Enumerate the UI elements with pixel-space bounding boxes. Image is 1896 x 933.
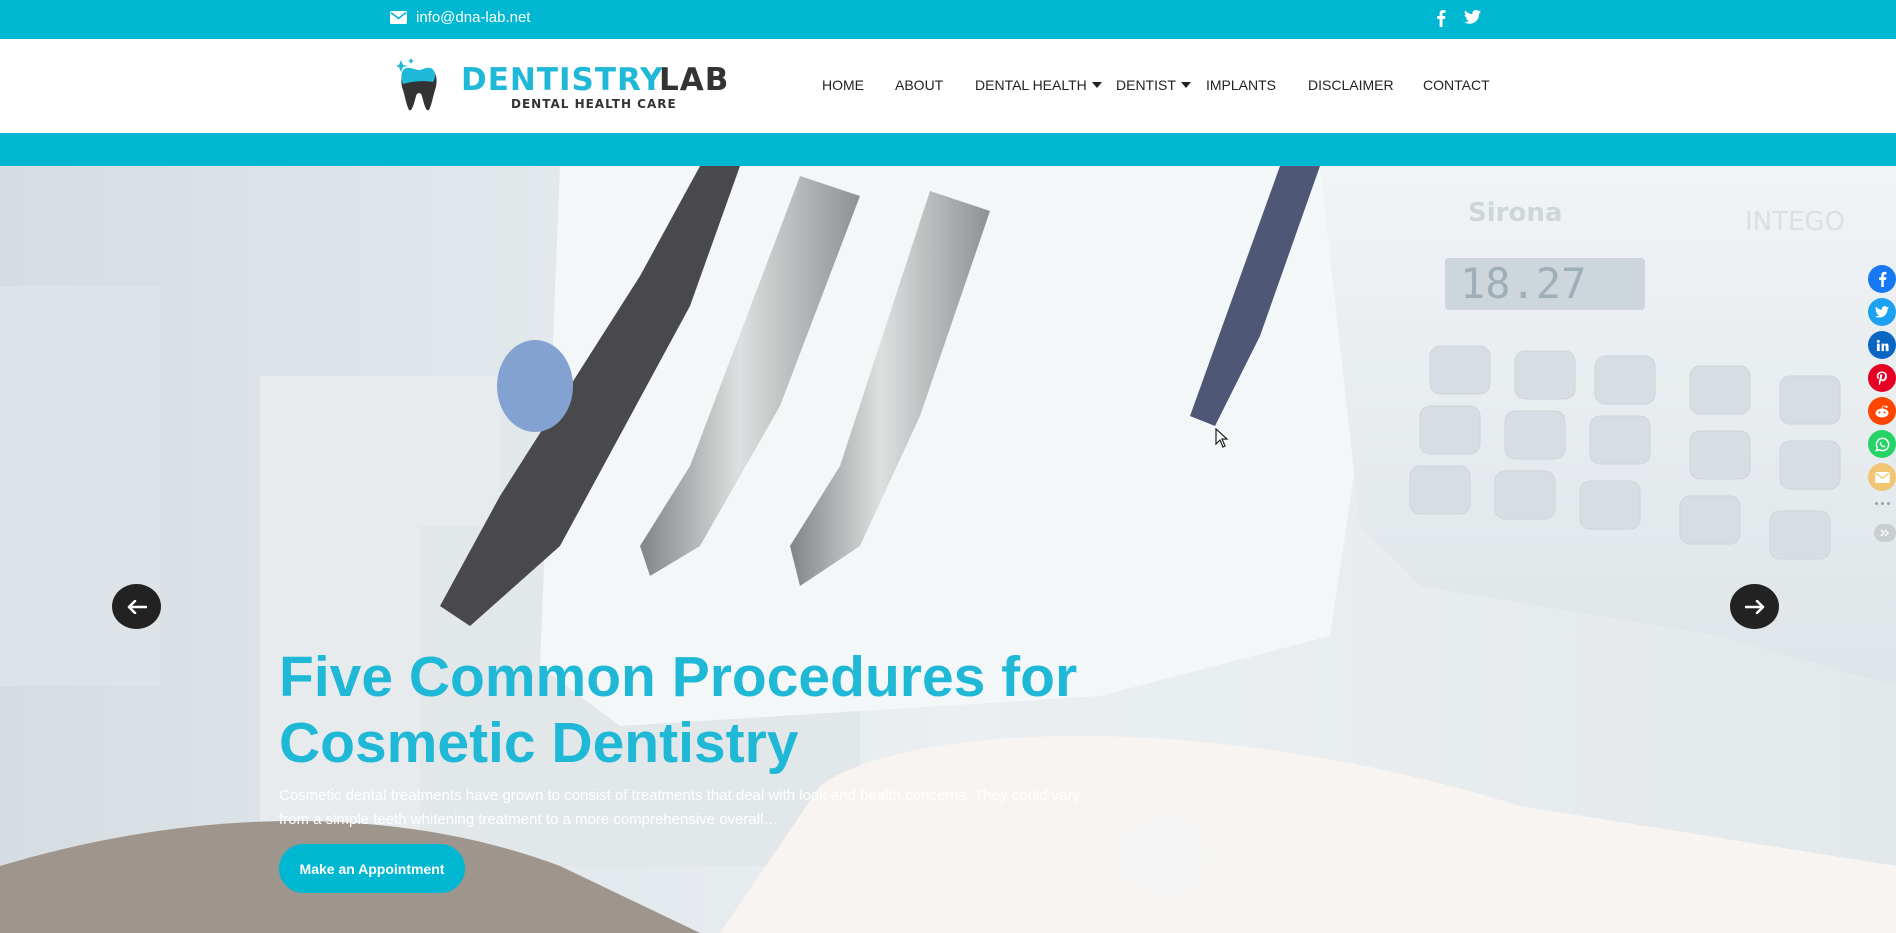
mouse-cursor-icon [1215,428,1229,448]
nav-item-dentist[interactable]: DENTIST [1116,77,1191,93]
top-social-links [1436,9,1481,27]
linkedin-icon [1876,339,1889,351]
share-sidebar [1868,265,1896,542]
nav-item-dental-health[interactable]: DENTAL HEALTH [975,77,1102,93]
accent-stripe [0,133,1896,166]
make-appointment-button[interactable]: Make an Appointment [279,844,465,893]
nav-label: DENTAL HEALTH [975,77,1087,93]
share-whatsapp-button[interactable] [1868,430,1896,458]
nav-label: ABOUT [895,77,944,93]
facebook-icon[interactable] [1436,9,1446,27]
top-bar: info@dna-lab.net [0,0,1896,39]
share-collapse-toggle[interactable] [1874,524,1896,542]
caret-down-icon [1180,82,1191,88]
tooth-logo-icon [397,58,437,111]
logo-word-dentistry: DENTISTRY [461,62,664,98]
share-email-button[interactable] [1868,463,1896,491]
slider-prev-button[interactable] [112,584,161,629]
nav-item-home[interactable]: HOME [822,77,864,93]
nav-item-contact[interactable]: CONTACT [1423,77,1490,93]
share-twitter-button[interactable] [1868,298,1896,326]
nav-label: DISCLAIMER [1308,77,1394,93]
nav-label: CONTACT [1423,77,1490,93]
facebook-icon [1878,271,1886,287]
twitter-icon [1875,306,1889,318]
nav-label: HOME [822,77,864,93]
share-reddit-button[interactable] [1868,397,1896,425]
caret-down-icon [1091,82,1102,88]
nav-item-about[interactable]: ABOUT [895,77,943,93]
hero-slider: 18.27 Sirona INTEGO Five Common Procedur… [0,166,1896,933]
double-chevron-right-icon [1880,529,1889,537]
email-link[interactable]: info@dna-lab.net [390,9,530,26]
arrow-right-icon [1744,599,1764,614]
reddit-icon [1875,404,1889,417]
email-icon [1874,471,1890,483]
site-logo[interactable]: DENTISTRY LAB DENTAL HEALTH CARE [397,56,730,116]
site-header: DENTISTRY LAB DENTAL HEALTH CARE HOME AB… [0,39,1896,133]
logo-word-lab: LAB [659,62,730,98]
share-linkedin-button[interactable] [1868,331,1896,359]
nav-label: DENTIST [1116,77,1176,93]
nav-item-disclaimer[interactable]: DISCLAIMER [1308,77,1394,93]
whatsapp-icon [1874,437,1889,452]
share-facebook-button[interactable] [1868,265,1896,293]
hero-headline: Five Common Procedures for Cosmetic Dent… [279,645,1078,775]
share-more-button[interactable] [1868,496,1896,510]
logo-tagline: DENTAL HEALTH CARE [511,97,677,111]
email-text: info@dna-lab.net [416,9,531,26]
nav-item-implants[interactable]: IMPLANTS [1206,77,1276,93]
slider-next-button[interactable] [1730,584,1779,629]
twitter-icon[interactable] [1464,9,1481,25]
more-dots-icon [1874,501,1890,505]
nav-label: IMPLANTS [1206,77,1277,93]
arrow-left-icon [127,599,147,614]
pinterest-icon [1876,371,1887,385]
share-pinterest-button[interactable] [1868,364,1896,392]
envelope-icon [390,11,407,24]
hero-subtext: Cosmetic dental treatments have grown to… [279,787,1080,828]
